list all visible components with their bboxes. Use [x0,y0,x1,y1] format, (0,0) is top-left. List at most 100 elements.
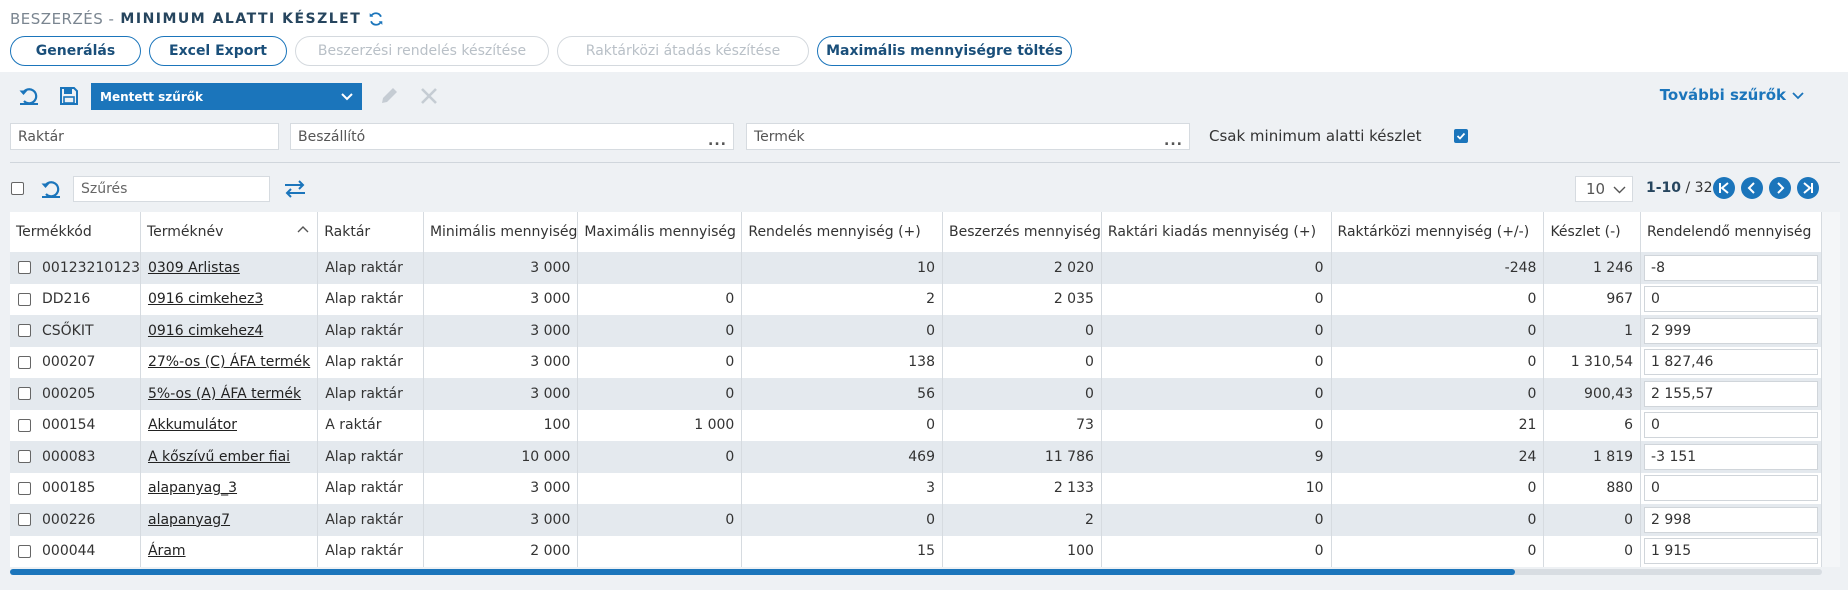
product-name-link[interactable]: Akkumulátor [140,409,319,441]
product-name[interactable]: 0916 cimkehez3 [148,291,263,307]
to-order-cell[interactable]: 2 998 [1640,504,1822,536]
row-checkbox[interactable] [18,544,31,558]
product-field[interactable]: Termék ... [746,123,1190,150]
to-order-input[interactable]: 2 999 [1644,317,1818,344]
row-checkbox[interactable] [18,387,31,401]
save-filter-icon[interactable] [56,83,82,109]
row-checkbox[interactable] [18,324,31,338]
product-name[interactable]: alapanyag_3 [148,480,237,496]
product-name-link[interactable]: alapanyag_3 [140,472,319,504]
to-order-cell[interactable]: -8 [1640,252,1822,284]
column-header-stock[interactable]: Készlet (-) [1543,212,1642,252]
fill-to-max-button[interactable]: Maximális mennyiségre töltés [817,36,1072,66]
column-header-product-code[interactable]: Termékkód [10,212,141,252]
product-name-link[interactable]: 0309 Arlistas [140,252,319,284]
prev-page-button[interactable] [1741,177,1763,199]
reset-grid-icon[interactable] [38,176,64,202]
supplier-field[interactable]: Beszállító ... [290,123,734,150]
to-order-input[interactable]: 0 [1644,286,1818,313]
row-checkbox[interactable] [18,292,31,306]
to-order-input[interactable]: -3 151 [1644,443,1818,470]
table-row[interactable]: 000154 Akkumulátor A raktár 100 1 000 0 73 0 21 6… [10,409,1822,441]
to-order-cell[interactable]: -3 151 [1640,441,1822,473]
to-order-input[interactable]: 1 827,46 [1644,349,1818,376]
grid-search-input[interactable]: Szűrés [73,176,270,202]
table-row[interactable]: 000226 alapanyag7 Alap raktár 3 000 0 0 2 0 0 0 2 … [10,504,1822,536]
product-name-link[interactable]: alapanyag7 [140,504,319,536]
quantity-cell: 3 000 [423,252,579,284]
edit-icon[interactable] [376,83,402,109]
column-header-min-qty[interactable]: Minimális mennyiség [423,212,579,252]
table-row[interactable]: 000207 27%-os (C) ÁFA termék Alap raktár 3 … [10,346,1822,378]
column-header-to-order-qty[interactable]: Rendelendő mennyiség [1640,212,1822,252]
to-order-cell[interactable]: 0 [1640,283,1822,315]
product-name-link[interactable]: 0916 cimkehez4 [140,315,319,347]
product-name[interactable]: alapanyag7 [148,512,230,528]
to-order-cell[interactable]: 2 999 [1640,315,1822,347]
table-row[interactable]: DD216 0916 cimkehez3 Alap raktár 3 000 0 2 2 0… [10,283,1822,315]
excel-export-button[interactable]: Excel Export [149,36,287,66]
table-row[interactable]: 00123210123 0309 Arlistas Alap raktár 3 000… [10,252,1822,284]
product-name[interactable]: 27%-os (C) ÁFA termék [148,354,310,370]
table-row[interactable]: 000044 Áram Alap raktár 2 000 15 100 0 0 0 1 915 [10,535,1822,567]
column-header-order-qty[interactable]: Rendelés mennyiség (+) [741,212,943,252]
to-order-input[interactable]: 0 [1644,475,1818,502]
product-name[interactable]: 0916 cimkehez4 [148,323,263,339]
column-header-issue-qty[interactable]: Raktári kiadás mennyiség (+) [1101,212,1332,252]
saved-filter-select[interactable]: Mentett szűrők [91,83,362,110]
column-header-warehouse[interactable]: Raktár [317,212,424,252]
row-checkbox[interactable] [18,261,31,275]
product-name-link[interactable]: 5%-os (A) ÁFA termék [140,378,319,410]
row-checkbox[interactable] [18,481,31,495]
generate-button[interactable]: Generálás [10,36,141,66]
horizontal-scrollbar-thumb[interactable] [10,569,1515,575]
to-order-input[interactable]: -8 [1644,254,1818,281]
only-below-min-checkbox[interactable] [1454,129,1468,143]
page-size-select[interactable]: 10 [1575,176,1633,202]
swap-icon[interactable] [282,176,308,202]
table-row[interactable]: 000185 alapanyag_3 Alap raktár 3 000 3 2 133 1… [10,472,1822,504]
to-order-cell[interactable]: 1 915 [1640,535,1822,567]
row-checkbox[interactable] [18,513,31,527]
to-order-input[interactable]: 0 [1644,412,1818,439]
product-lookup-icon[interactable]: ... [1164,134,1183,148]
create-transfer-button[interactable]: Raktárközi átadás készítése [557,36,809,66]
next-page-button[interactable] [1769,177,1791,199]
column-header-transfer-qty[interactable]: Raktárközi mennyiség (+/-) [1331,212,1545,252]
first-page-button[interactable] [1713,177,1735,199]
product-name[interactable]: Áram [148,543,186,559]
product-name[interactable]: A kőszívű ember fiai [148,449,290,465]
to-order-cell[interactable]: 2 155,57 [1640,378,1822,410]
column-header-product-name[interactable]: Terméknév [140,212,319,252]
product-name-link[interactable]: A kőszívű ember fiai [140,441,319,473]
product-name-link[interactable]: 27%-os (C) ÁFA termék [140,346,319,378]
column-header-purchase-qty[interactable]: Beszerzés mennyiség [942,212,1102,252]
product-name[interactable]: 5%-os (A) ÁFA termék [148,386,301,402]
to-order-input[interactable]: 2 998 [1644,506,1818,533]
table-row[interactable]: 000083 A kőszívű ember fiai Alap raktár 10 … [10,441,1822,473]
last-page-button[interactable] [1797,177,1819,199]
supplier-lookup-icon[interactable]: ... [708,134,727,148]
delete-icon[interactable] [416,83,442,109]
row-checkbox[interactable] [18,355,31,369]
warehouse-field[interactable]: Raktár [10,123,279,150]
to-order-input[interactable]: 2 155,57 [1644,380,1818,407]
product-name-link[interactable]: 0916 cimkehez3 [140,283,319,315]
product-name-link[interactable]: Áram [140,535,319,567]
refresh-icon[interactable] [367,10,385,28]
to-order-cell[interactable]: 1 827,46 [1640,346,1822,378]
column-header-max-qty[interactable]: Maximális mennyiség [577,212,743,252]
product-name[interactable]: 0309 Arlistas [148,260,240,276]
product-name[interactable]: Akkumulátor [148,417,237,433]
reset-filter-icon[interactable] [16,83,42,109]
table-row[interactable]: CSŐKIT 0916 cimkehez4 Alap raktár 3 000 0 0 0 0… [10,315,1822,347]
more-filters-toggle[interactable]: További szűrők [1660,86,1804,104]
to-order-input[interactable]: 1 915 [1644,538,1818,565]
create-purchase-order-button[interactable]: Beszerzési rendelés készítése [295,36,549,66]
table-row[interactable]: 000205 5%-os (A) ÁFA termék Alap raktár 3 0… [10,378,1822,410]
row-checkbox[interactable] [18,450,31,464]
to-order-cell[interactable]: 0 [1640,472,1822,504]
to-order-cell[interactable]: 0 [1640,409,1822,441]
select-all-checkbox[interactable] [11,182,24,195]
row-checkbox[interactable] [18,418,31,432]
